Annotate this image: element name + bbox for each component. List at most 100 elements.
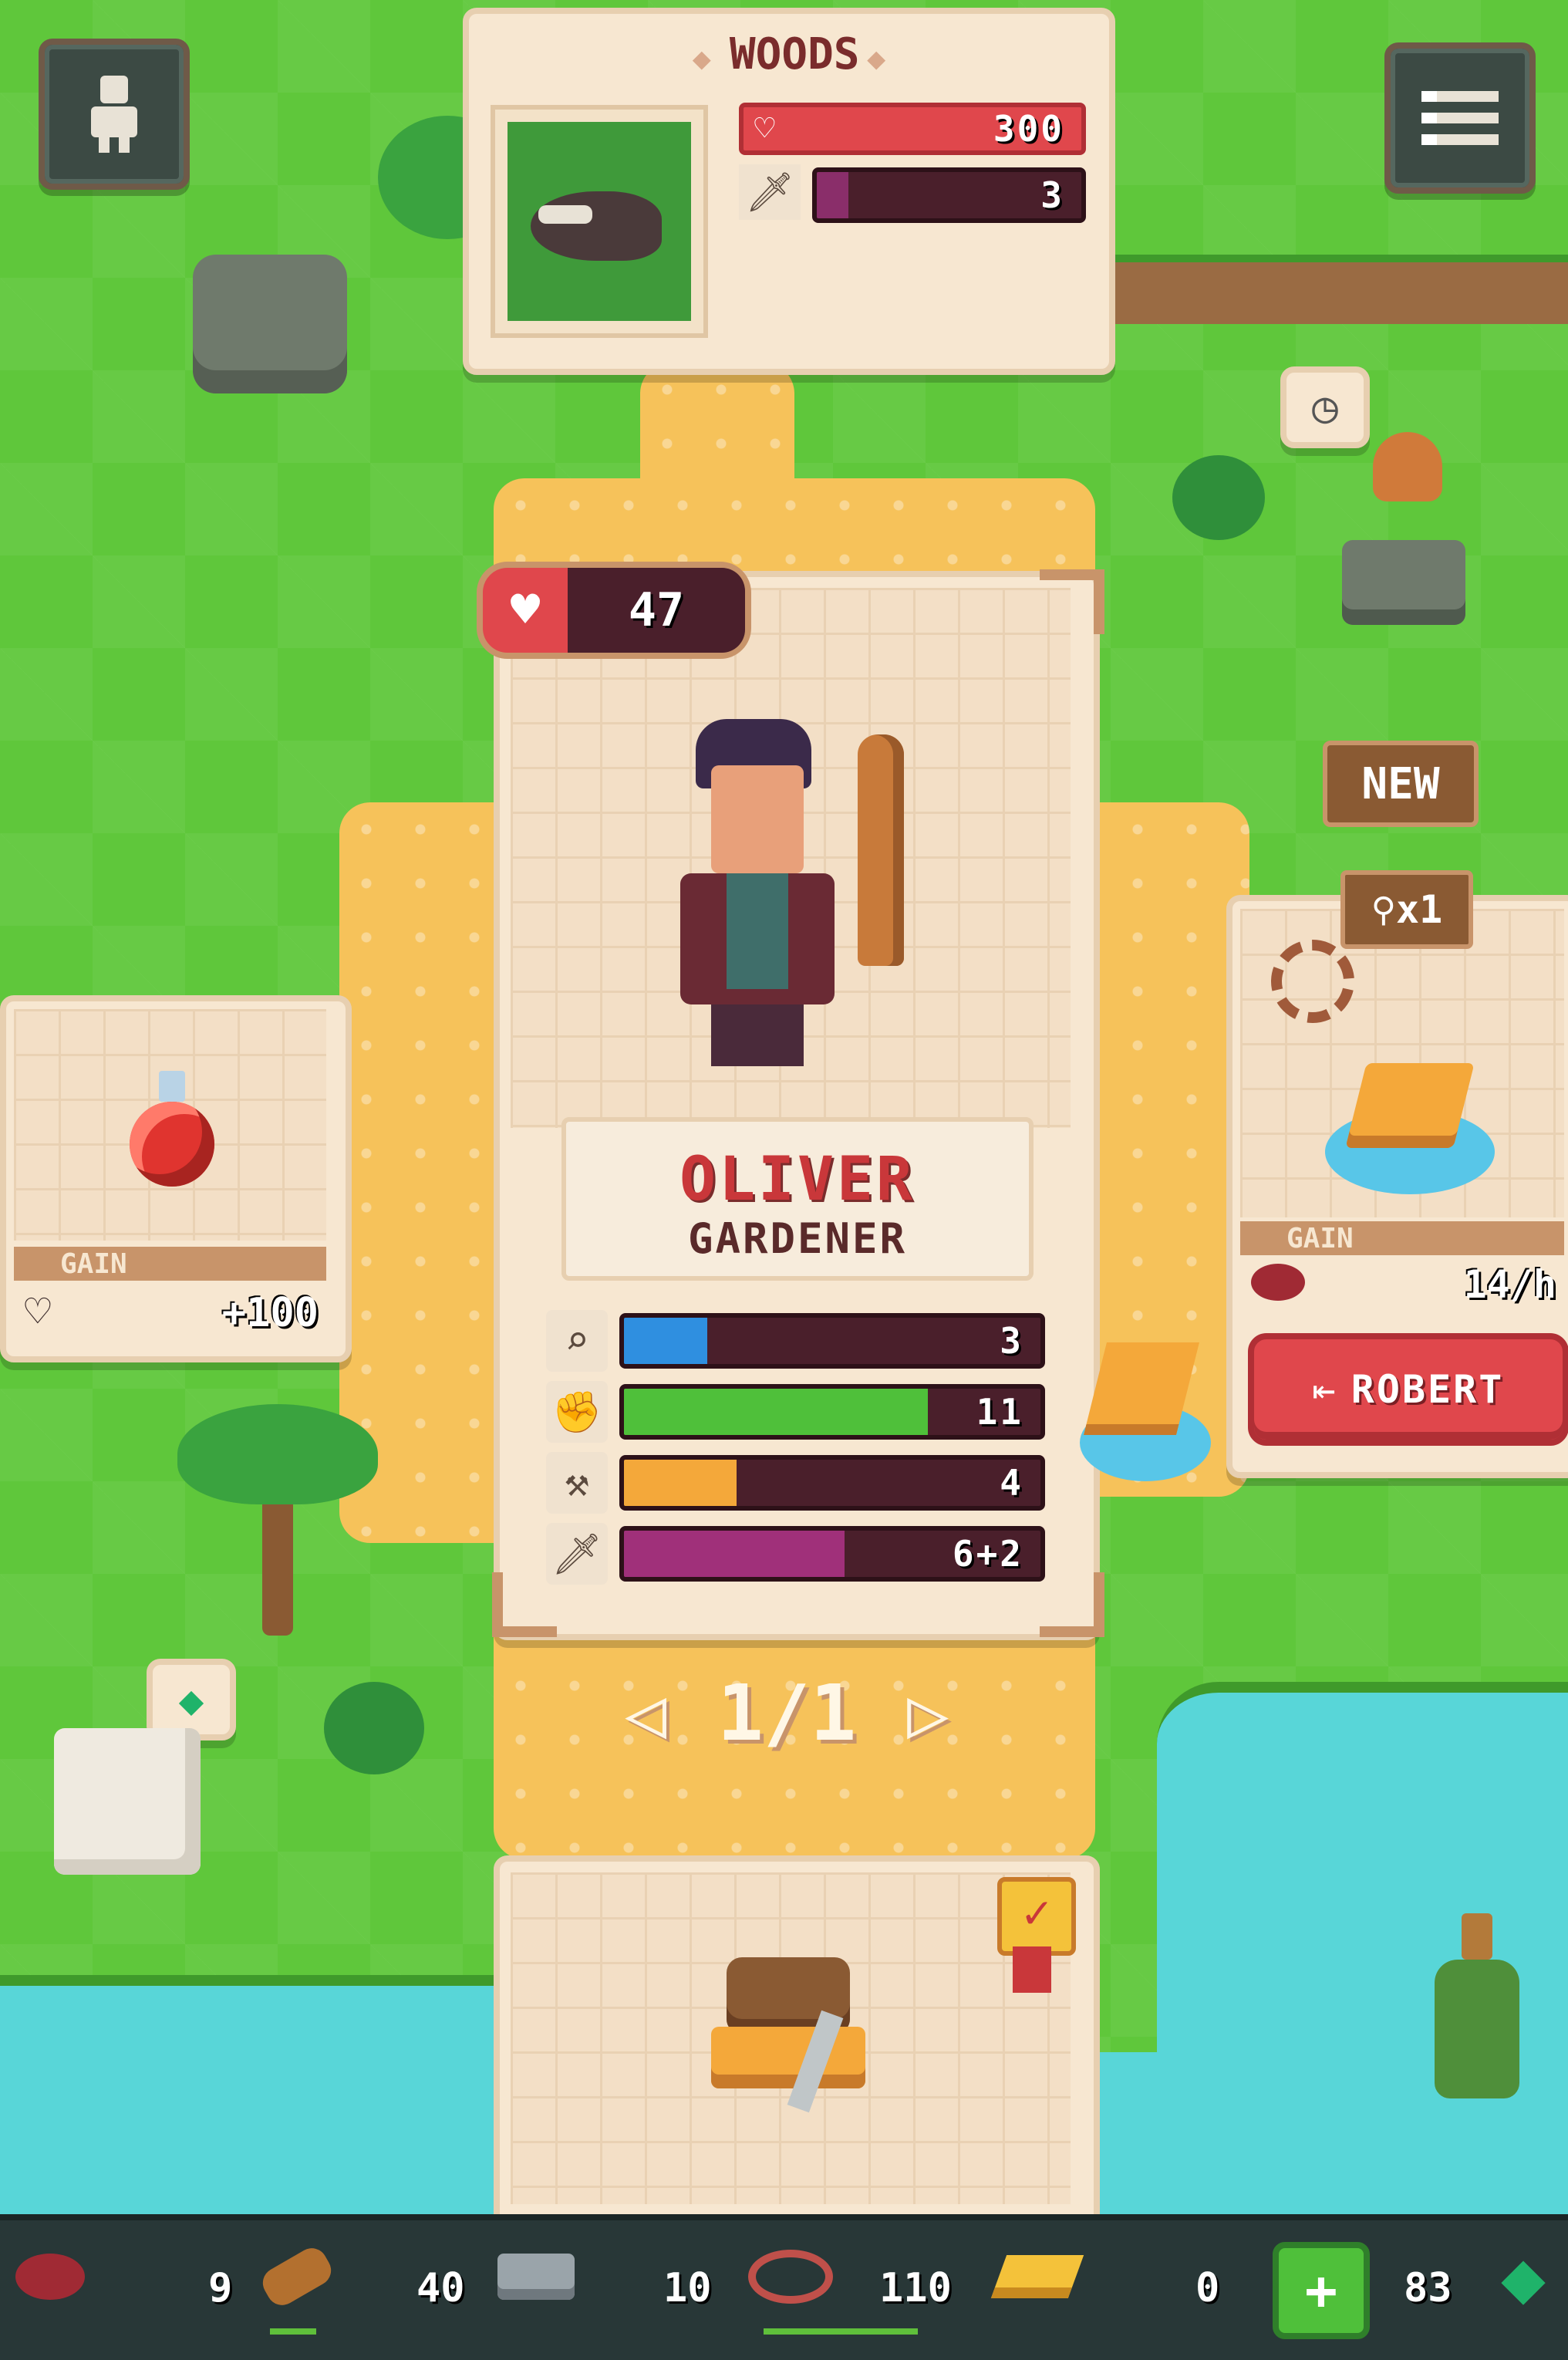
stat-fill-search xyxy=(624,1318,707,1364)
wood-underline xyxy=(270,2328,316,2335)
wooden-club xyxy=(858,734,904,966)
rock-ruin xyxy=(193,255,347,393)
sword-icon: 🗡 xyxy=(739,164,801,220)
resource-gems-value: 83 xyxy=(1404,2265,1452,2311)
stat-value-search: 3 xyxy=(1000,1320,1023,1362)
hero-portrait-area xyxy=(511,588,1071,1128)
add-gems-button[interactable]: + xyxy=(1273,2242,1370,2339)
gem-icon: ◆ xyxy=(178,1675,204,1724)
potion-gain-row: ♡ +100 xyxy=(14,1285,326,1339)
stat-fill-sword xyxy=(624,1531,845,1577)
gold-bar-icon xyxy=(990,2234,1084,2319)
rope-underline xyxy=(764,2328,918,2335)
stat-row-sword: 🗡 6+2 xyxy=(546,1523,1055,1585)
menu-button[interactable] xyxy=(1384,42,1536,194)
dock-card[interactable]: ⚲ x1 GAIN 14/h ⇤ ROBERT xyxy=(1226,870,1568,1478)
dock-gain-banner: GAIN xyxy=(1240,1221,1564,1255)
green-gem-icon: ◆ xyxy=(1501,2233,1546,2320)
character-icon xyxy=(87,76,141,153)
enemy-title: WOODS xyxy=(729,29,860,79)
stat-row-fist: ✊ 11 xyxy=(546,1381,1055,1443)
robert-button[interactable]: ⇤ ROBERT xyxy=(1248,1333,1568,1446)
dirt-ledge xyxy=(1111,255,1568,324)
corner-ornament xyxy=(1040,1572,1104,1637)
enemy-attack-fill xyxy=(817,172,849,218)
axe-icon: ⚒ xyxy=(546,1452,608,1514)
prev-arrow-icon[interactable]: ◁ xyxy=(625,1673,666,1754)
dock-card-grid xyxy=(1240,909,1564,1217)
checkmark-ribbon-icon: ✓ xyxy=(997,1877,1076,1993)
enemy-health-row: ♡ 300 xyxy=(739,103,1086,155)
red-potion-icon xyxy=(130,1071,214,1194)
resource-stone-value: 10 xyxy=(663,2265,712,2311)
meat-icon xyxy=(8,2234,93,2319)
dock-count-text: x1 xyxy=(1396,887,1443,932)
resource-meat-value: 9 xyxy=(208,2265,233,2311)
stat-value-axe: 4 xyxy=(1000,1462,1023,1504)
small-dock[interactable] xyxy=(1080,1312,1211,1489)
potion-gain-banner: GAIN xyxy=(14,1247,326,1281)
wood-log-icon xyxy=(255,2234,339,2319)
hero-pager: ◁ 1/1 ▷ xyxy=(625,1666,949,1759)
potion-gain-value: +100 xyxy=(221,1290,319,1336)
message-bottle[interactable] xyxy=(1435,1913,1519,2098)
heart-outline-icon: ♡ xyxy=(25,1287,51,1337)
worker-icon: ⚲ xyxy=(1371,890,1396,930)
stat-bar-search: 3 xyxy=(619,1313,1045,1369)
enemy-panel: ◆ WOODS ◆ ♡ 300 🗡 3 xyxy=(463,8,1115,375)
next-arrow-icon[interactable]: ▷ xyxy=(907,1673,949,1754)
hero-name: OLIVER xyxy=(679,1145,916,1214)
potion-card[interactable]: GAIN ♡ +100 xyxy=(0,995,352,1362)
stat-bar-axe: 4 xyxy=(619,1455,1045,1511)
exit-icon: ⇤ xyxy=(1312,1367,1336,1412)
resource-gold-value: 0 xyxy=(1195,2265,1220,2311)
hero-face xyxy=(711,765,804,873)
plus-icon: + xyxy=(1304,2259,1338,2322)
hero-torso xyxy=(680,873,835,1004)
badger-creature xyxy=(531,191,662,261)
dock-gain-row: 14/h xyxy=(1240,1258,1564,1312)
enemy-health-bar: ♡ 300 xyxy=(739,103,1086,155)
grinder-machine[interactable] xyxy=(1327,432,1473,633)
new-badge-text: NEW xyxy=(1361,758,1440,809)
sawmill-building xyxy=(711,1942,865,2127)
enemy-title-row: ◆ WOODS ◆ xyxy=(692,29,886,79)
hero-nameplate: OLIVER GARDENER xyxy=(561,1117,1034,1281)
search-icon: ⌕ xyxy=(546,1310,608,1372)
enemy-portrait xyxy=(491,105,708,338)
rope-icon xyxy=(748,2234,833,2319)
heart-icon: ♡ xyxy=(754,109,775,148)
fishing-dock xyxy=(1325,1032,1495,1202)
corner-ornament xyxy=(1040,569,1104,634)
potion-gain-label: GAIN xyxy=(60,1248,127,1280)
stat-value-sword: 6+2 xyxy=(952,1533,1023,1575)
stat-row-axe: ⚒ 4 xyxy=(546,1452,1055,1514)
enemy-attack-bar: 3 xyxy=(812,167,1086,223)
dock-gain-label: GAIN xyxy=(1286,1223,1354,1254)
list-menu-icon xyxy=(1421,91,1499,145)
meat-icon xyxy=(1251,1264,1305,1301)
delivery-box[interactable] xyxy=(54,1728,201,1875)
palm-tree xyxy=(177,1404,378,1636)
enemy-attack-row: 🗡 3 xyxy=(739,164,1086,223)
character-button[interactable] xyxy=(39,39,190,190)
stat-bar-fist: 11 xyxy=(619,1384,1045,1440)
hero-stats: ⌕ 3 ✊ 11 ⚒ 4 🗡 6+2 xyxy=(546,1310,1055,1585)
stone-block-icon xyxy=(494,2234,578,2319)
resource-rope-value: 110 xyxy=(879,2265,952,2311)
new-badge: NEW xyxy=(1323,741,1479,827)
sawmill-card[interactable]: ✓ xyxy=(494,1855,1100,2230)
fist-icon: ✊ xyxy=(546,1381,608,1443)
stat-bar-sword: 6+2 xyxy=(619,1526,1045,1582)
pager-text: 1/1 xyxy=(717,1667,857,1758)
resource-bar: 9 40 10 110 0 + 83 ◆ xyxy=(0,2214,1568,2360)
enemy-health-value: 300 xyxy=(993,108,1064,150)
resource-wood-value: 40 xyxy=(416,2265,465,2311)
hero-sprite xyxy=(657,719,935,1074)
bush-1 xyxy=(1172,455,1265,540)
bush-2 xyxy=(324,1682,424,1774)
gear-icon xyxy=(1271,940,1354,1023)
clock-icon: ◷ xyxy=(1312,382,1338,433)
hero-health-badge: ♥ 47 xyxy=(477,562,751,659)
hero-card: ♥ 47 OLIVER GARDENER ⌕ 3 ✊ 11 ⚒ 4 🗡 6+2 xyxy=(477,562,1104,1640)
